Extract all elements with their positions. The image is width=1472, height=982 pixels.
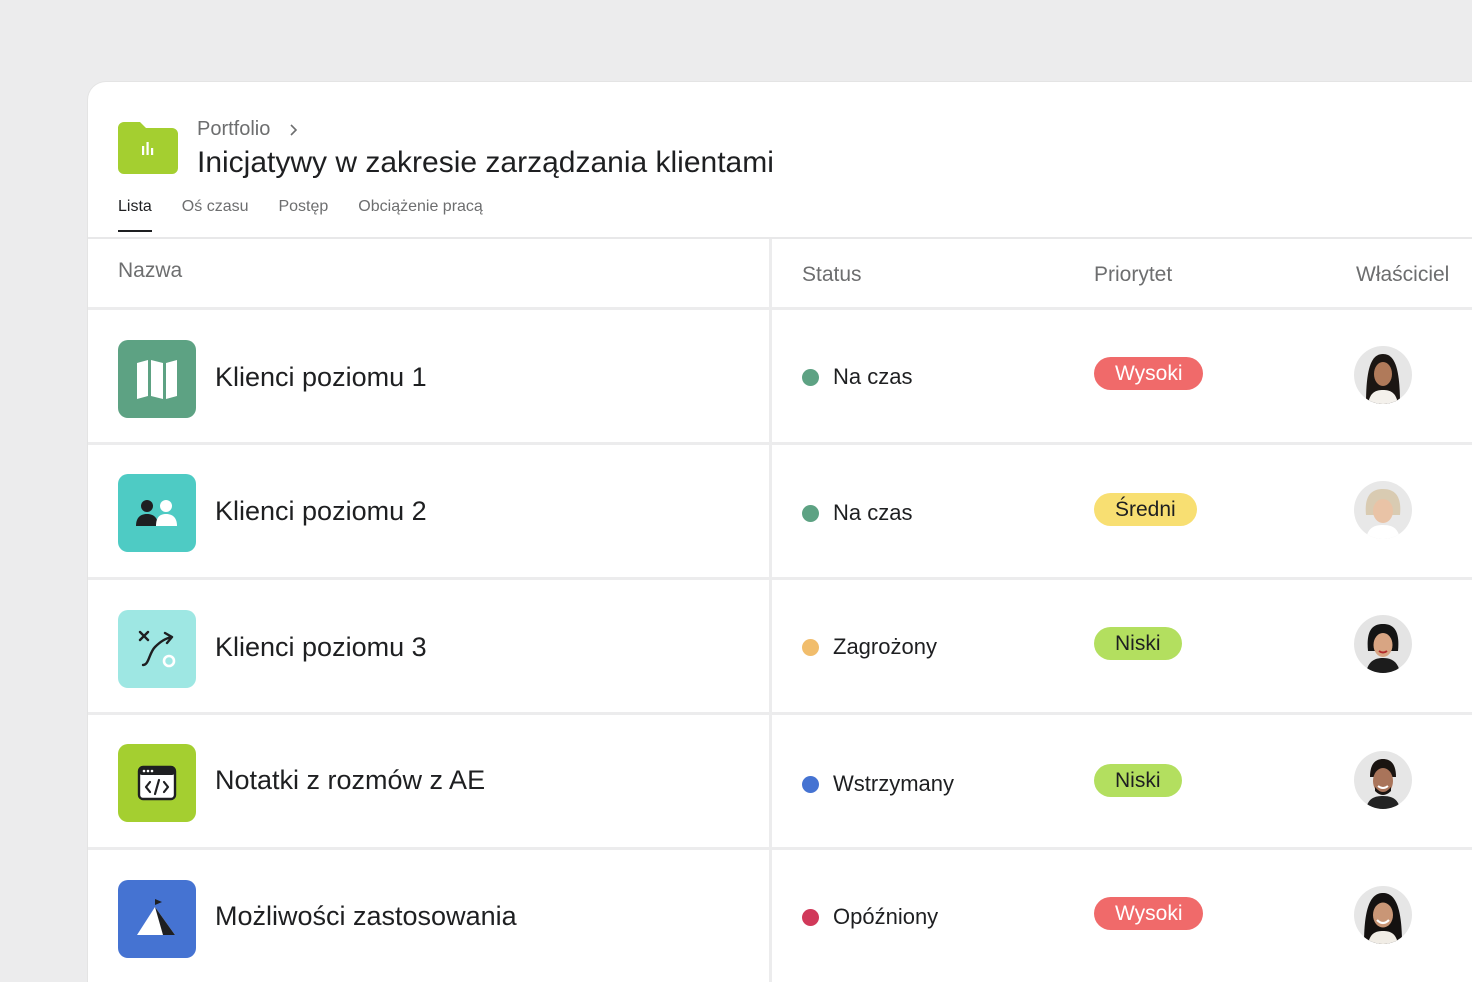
portfolio-header: Portfolio Inicjatywy w zakresie zarządza… [88,82,1472,239]
status-dot-icon [802,368,819,386]
tab-list[interactable]: Lista [118,198,152,232]
priority-badge[interactable]: Wysoki [1094,897,1204,930]
table-row[interactable]: Klienci poziomu 3 Zagrożony Niski [88,580,1472,712]
owner-avatar[interactable] [1354,481,1412,539]
status-label: Na czas [833,364,913,389]
breadcrumb[interactable]: Portfolio [197,118,298,141]
status-dot-icon [802,504,819,522]
priority-badge[interactable]: Niski [1094,764,1182,797]
project-name[interactable]: Możliwości zastosowania [215,901,517,932]
status-cell[interactable]: Opóźniony [802,904,938,930]
status-dot-icon [802,775,819,793]
owner-avatar[interactable] [1354,346,1412,404]
tab-workload[interactable]: Obciążenie pracą [358,198,483,232]
map-icon [118,340,196,418]
column-header-status[interactable]: Status [802,263,862,287]
column-header-owner[interactable]: Właściciel [1356,263,1449,287]
table-row[interactable]: Klienci poziomu 1 Na czas Wysoki [88,310,1472,442]
chevron-right-icon [290,123,298,136]
mountain-flag-icon [118,880,196,958]
status-cell[interactable]: Zagrożony [802,634,937,660]
table-row[interactable]: Notatki z rozmów z AE Wstrzymany Niski [88,715,1472,847]
folder-chart-icon [118,122,178,174]
status-dot-icon [802,638,819,656]
priority-badge[interactable]: Średni [1094,493,1197,526]
breadcrumb-portfolio[interactable]: Portfolio [197,118,270,141]
owner-avatar[interactable] [1354,615,1412,673]
status-label: Opóźniony [833,904,939,929]
strategy-icon [118,610,196,688]
project-name[interactable]: Klienci poziomu 3 [215,632,427,663]
tab-progress[interactable]: Postęp [278,198,328,232]
portfolio-panel: Portfolio Inicjatywy w zakresie zarządza… [88,82,1472,982]
column-header-priority[interactable]: Priorytet [1094,263,1172,287]
status-cell[interactable]: Na czas [802,364,912,390]
project-name[interactable]: Notatki z rozmów z AE [215,765,485,796]
status-label: Wstrzymany [833,771,954,796]
project-name[interactable]: Klienci poziomu 2 [215,496,427,527]
table-row[interactable]: Klienci poziomu 2 Na czas Średni [88,445,1472,577]
status-dot-icon [802,908,819,926]
page-title: Inicjatywy w zakresie zarządzania klient… [197,146,774,179]
status-label: Na czas [833,500,913,525]
status-cell[interactable]: Na czas [802,500,912,526]
table-row[interactable]: Możliwości zastosowania Opóźniony Wysoki [88,850,1472,982]
priority-badge[interactable]: Wysoki [1094,357,1204,390]
table-header: Nazwa Status Priorytet Właściciel [88,239,1472,309]
priority-badge[interactable]: Niski [1094,627,1182,660]
project-name[interactable]: Klienci poziomu 1 [215,362,427,393]
code-window-icon [118,744,196,822]
tab-timeline[interactable]: Oś czasu [182,198,249,232]
owner-avatar[interactable] [1354,886,1412,944]
column-header-name[interactable]: Nazwa [118,259,182,283]
people-icon [118,474,196,552]
view-tabs: Lista Oś czasu Postęp Obciążenie pracą [118,198,513,232]
status-label: Zagrożony [833,634,937,659]
owner-avatar[interactable] [1354,751,1412,809]
status-cell[interactable]: Wstrzymany [802,771,954,797]
